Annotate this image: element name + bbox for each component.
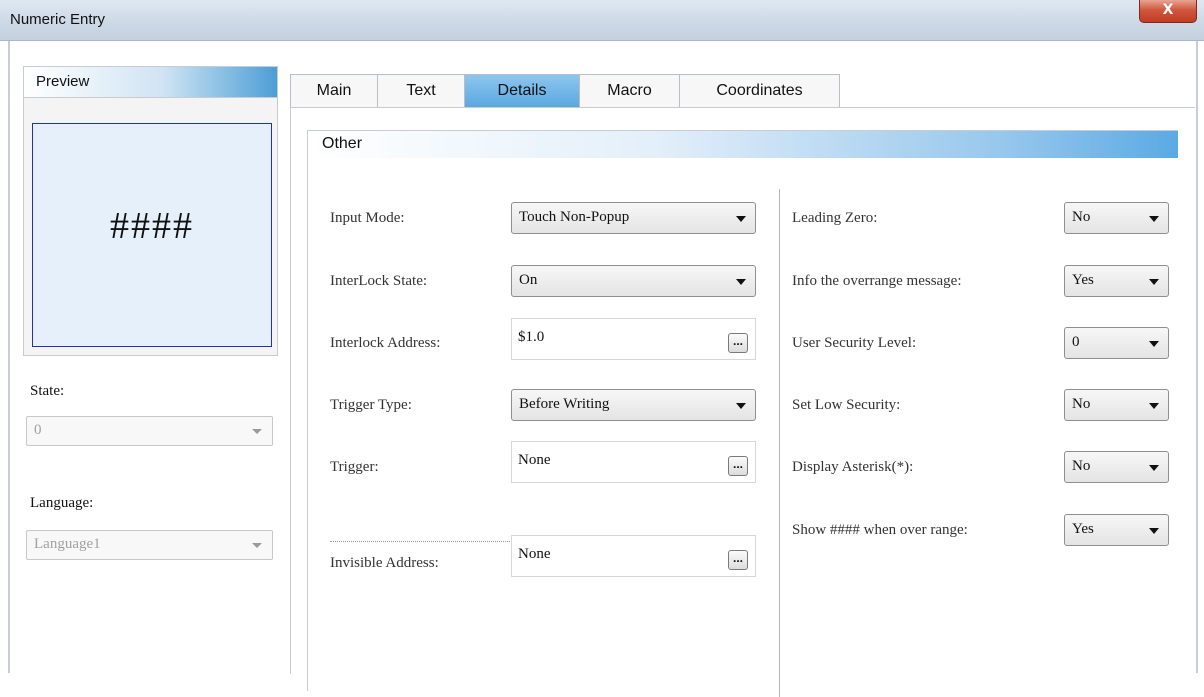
tab-coordinates[interactable]: Coordinates xyxy=(679,74,840,107)
interlock-address-label: Interlock Address: xyxy=(330,335,441,351)
trigger-type-select[interactable]: Before Writing xyxy=(511,389,756,421)
show-over-range-label: Show #### when over range: xyxy=(792,522,968,538)
chevron-down-icon xyxy=(736,403,746,409)
trigger-type-value: Before Writing xyxy=(519,396,610,412)
user-security-level-value: 0 xyxy=(1072,334,1080,350)
window-title: Numeric Entry xyxy=(10,11,106,28)
trigger-type-label: Trigger Type: xyxy=(330,397,412,413)
leading-zero-label: Leading Zero: xyxy=(792,210,878,226)
display-asterisk-select[interactable]: No xyxy=(1064,451,1169,483)
leading-zero-select[interactable]: No xyxy=(1064,202,1169,234)
info-overrange-value: Yes xyxy=(1072,272,1094,288)
trigger-browse-button[interactable]: ... xyxy=(728,456,748,476)
interlock-state-select[interactable]: On xyxy=(511,265,756,297)
info-overrange-label: Info the overrange message: xyxy=(792,273,962,289)
chevron-down-icon xyxy=(252,543,262,548)
preview-header: Preview xyxy=(24,67,277,98)
language-label: Language: xyxy=(30,495,94,511)
trigger-field[interactable]: None ... xyxy=(511,441,756,483)
state-select[interactable]: 0 xyxy=(26,416,273,446)
chevron-down-icon xyxy=(736,216,746,222)
input-mode-value: Touch Non-Popup xyxy=(519,209,630,225)
language-select[interactable]: Language1 xyxy=(26,530,273,560)
user-security-level-select[interactable]: 0 xyxy=(1064,327,1169,359)
user-security-level-label: User Security Level: xyxy=(792,335,917,351)
interlock-address-value: $1.0 xyxy=(518,329,545,345)
chevron-down-icon xyxy=(1149,279,1159,285)
display-asterisk-label: Display Asterisk(*): xyxy=(792,459,914,475)
details-panel: Other Input Mode: Touch Non-Popup InterL… xyxy=(290,107,1195,697)
other-group-title: Other xyxy=(322,135,363,152)
trigger-value: None xyxy=(518,452,551,468)
preview-panel: Preview #### xyxy=(23,66,278,356)
chevron-down-icon xyxy=(1149,341,1159,347)
language-select-value: Language1 xyxy=(34,536,101,552)
state-label: State: xyxy=(30,383,65,399)
input-mode-label: Input Mode: xyxy=(330,210,405,226)
other-group: Other Input Mode: Touch Non-Popup InterL… xyxy=(307,130,1178,697)
tab-text[interactable]: Text xyxy=(377,74,465,107)
show-over-range-select[interactable]: Yes xyxy=(1064,514,1169,546)
interlock-address-browse-button[interactable]: ... xyxy=(728,333,748,353)
column-divider xyxy=(779,189,780,697)
chevron-down-icon xyxy=(736,279,746,285)
tab-details[interactable]: Details xyxy=(464,74,580,107)
input-mode-select[interactable]: Touch Non-Popup xyxy=(511,202,756,234)
title-bar: Numeric Entry X xyxy=(0,0,1204,41)
invisible-address-value: None xyxy=(518,546,551,562)
set-low-security-select[interactable]: No xyxy=(1064,389,1169,421)
chevron-down-icon xyxy=(1149,528,1159,534)
invisible-address-label: Invisible Address: xyxy=(330,555,439,571)
tab-macro[interactable]: Macro xyxy=(579,74,680,107)
right-frame-edge xyxy=(1196,41,1198,673)
preview-display: #### xyxy=(32,123,272,347)
leading-zero-value: No xyxy=(1072,209,1091,225)
show-over-range-value: Yes xyxy=(1072,521,1094,537)
tab-main[interactable]: Main xyxy=(290,74,378,107)
trigger-label: Trigger: xyxy=(330,459,379,475)
dialog-body: Preview #### State: 0 Language: Language… xyxy=(0,41,1204,697)
chevron-down-icon xyxy=(252,429,262,434)
close-icon: X xyxy=(1162,2,1174,18)
set-low-security-label: Set Low Security: xyxy=(792,397,901,413)
chevron-down-icon xyxy=(1149,465,1159,471)
invisible-address-browse-button[interactable]: ... xyxy=(728,550,748,570)
other-group-header: Other xyxy=(308,131,1178,158)
interlock-state-label: InterLock State: xyxy=(330,273,428,289)
close-button[interactable]: X xyxy=(1139,0,1197,23)
state-select-value: 0 xyxy=(34,422,42,438)
chevron-down-icon xyxy=(1149,403,1159,409)
preview-value: #### xyxy=(110,205,194,247)
set-low-security-value: No xyxy=(1072,396,1091,412)
interlock-address-field[interactable]: $1.0 ... xyxy=(511,318,756,360)
chevron-down-icon xyxy=(1149,216,1159,222)
info-overrange-select[interactable]: Yes xyxy=(1064,265,1169,297)
interlock-state-value: On xyxy=(519,272,538,288)
invisible-address-field[interactable]: None ... xyxy=(511,535,756,577)
display-asterisk-value: No xyxy=(1072,458,1091,474)
left-frame-edge xyxy=(8,41,10,673)
preview-header-label: Preview xyxy=(36,73,90,90)
